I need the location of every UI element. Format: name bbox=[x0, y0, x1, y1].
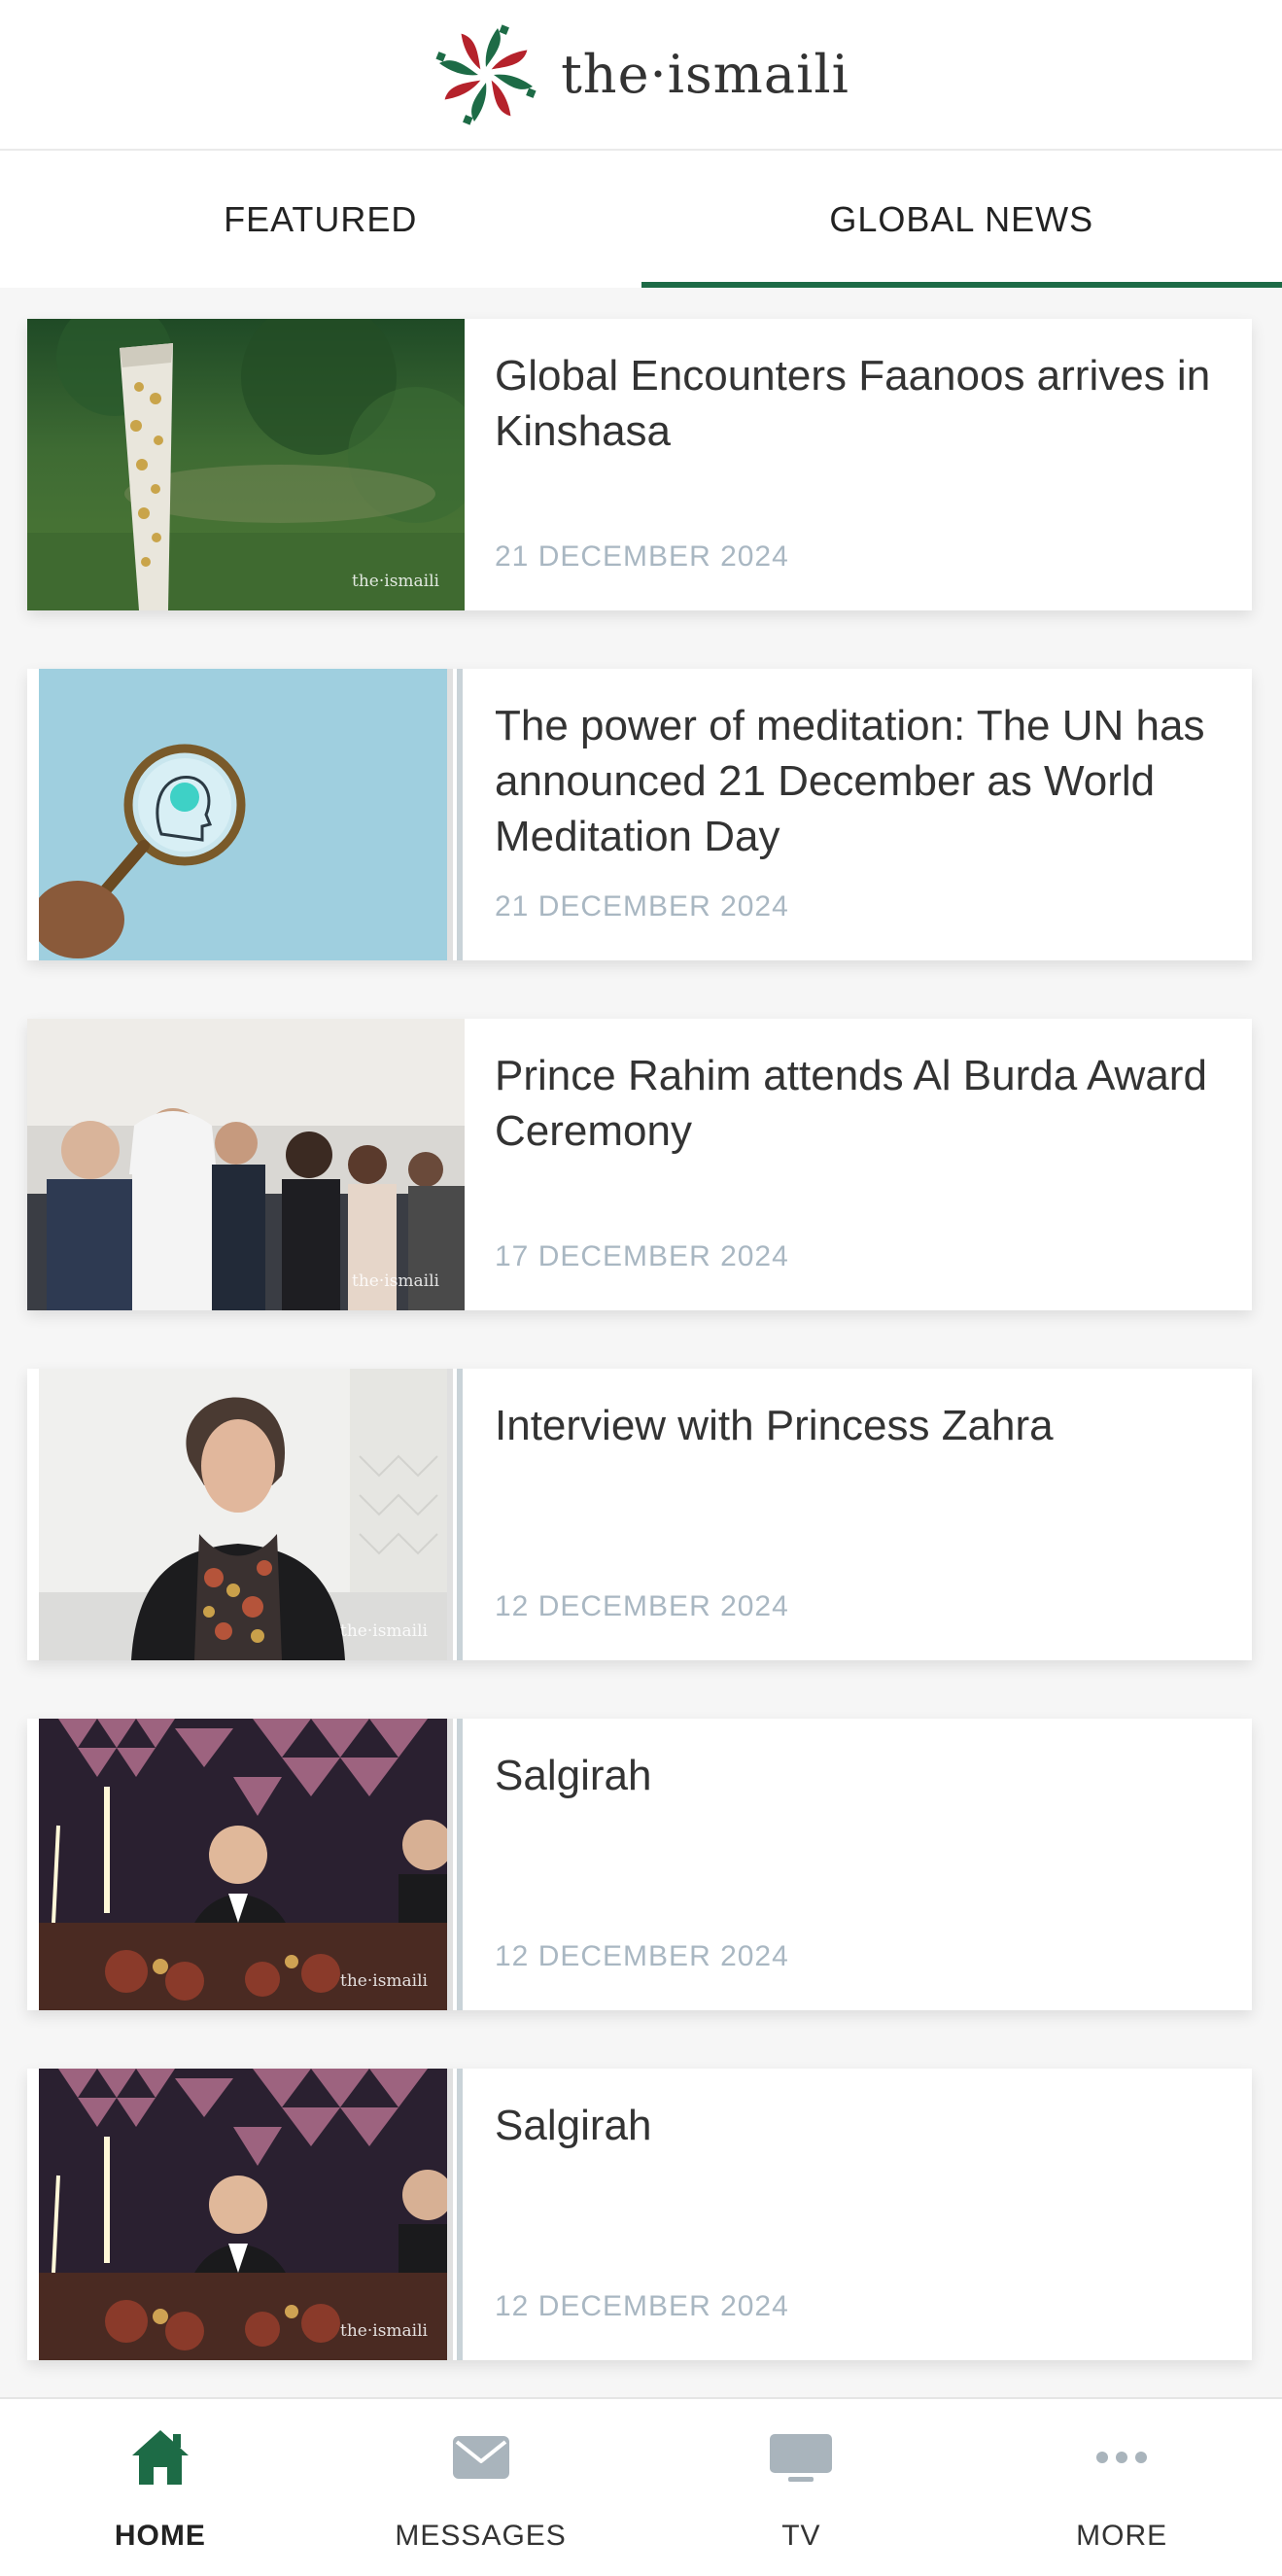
home-icon bbox=[128, 2426, 192, 2489]
watermark: the·ismaili bbox=[352, 1271, 439, 1291]
tab-more[interactable]: MORE bbox=[961, 2399, 1282, 2576]
more-dots-icon bbox=[1090, 2426, 1154, 2489]
tab-global-news[interactable]: GLOBAL NEWS bbox=[641, 151, 1282, 288]
thumb-divider bbox=[457, 1369, 463, 1660]
bottom-tab-bar: HOME MESSAGES TV MORE bbox=[0, 2397, 1282, 2576]
article-card[interactable]: the·ismaili Prince Rahim attends Al Burd… bbox=[27, 1019, 1252, 1310]
tab-tv[interactable]: TV bbox=[641, 2399, 962, 2576]
watermark: the·ismaili bbox=[340, 1971, 428, 1991]
article-title: Interview with Princess Zahra bbox=[495, 1398, 1233, 1453]
envelope-icon bbox=[449, 2426, 513, 2489]
article-date: 21 DECEMBER 2024 bbox=[495, 890, 789, 923]
ismaili-logo-icon bbox=[433, 21, 539, 128]
meditation-image bbox=[39, 669, 453, 960]
thumb-divider bbox=[457, 1719, 463, 2010]
thumb-divider bbox=[457, 669, 463, 960]
article-card[interactable]: The power of meditation: The UN has anno… bbox=[27, 669, 1252, 960]
tab-featured[interactable]: FEATURED bbox=[0, 151, 641, 288]
ceremony-audience-image: the·ismaili bbox=[27, 1019, 465, 1310]
watermark: the·ismaili bbox=[340, 2321, 428, 2341]
tab-label: MORE bbox=[961, 2520, 1282, 2553]
article-date: 12 DECEMBER 2024 bbox=[495, 1940, 789, 1973]
thumb-divider bbox=[457, 2069, 463, 2360]
tv-icon bbox=[767, 2426, 835, 2489]
tab-bar-top: FEATURED GLOBAL NEWS bbox=[0, 151, 1282, 288]
watermark: the·ismaili bbox=[352, 572, 439, 591]
tab-messages[interactable]: MESSAGES bbox=[321, 2399, 641, 2576]
tab-label: GLOBAL NEWS bbox=[829, 199, 1093, 240]
faanoos-torch-image: the·ismaili bbox=[27, 319, 465, 610]
app-header: the·ismaili bbox=[0, 0, 1282, 151]
tab-label: TV bbox=[641, 2520, 962, 2553]
article-date: 12 DECEMBER 2024 bbox=[495, 1590, 789, 1623]
tab-label: FEATURED bbox=[224, 199, 417, 240]
article-title: Prince Rahim attends Al Burda Award Cere… bbox=[495, 1048, 1233, 1159]
article-title: Salgirah bbox=[495, 1748, 1233, 1803]
article-title: The power of meditation: The UN has anno… bbox=[495, 698, 1233, 864]
princess-portrait-image: the·ismaili bbox=[39, 1369, 453, 1660]
watermark: the·ismaili bbox=[340, 1621, 428, 1641]
tab-label: MESSAGES bbox=[321, 2520, 641, 2553]
article-card[interactable]: the·ismaili Interview with Princess Zahr… bbox=[27, 1369, 1252, 1660]
salgirah-celebration-image: the·ismaili bbox=[39, 2069, 453, 2360]
tab-home[interactable]: HOME bbox=[0, 2399, 321, 2576]
salgirah-celebration-image: the·ismaili bbox=[39, 1719, 453, 2010]
article-title: Salgirah bbox=[495, 2098, 1233, 2153]
article-date: 21 DECEMBER 2024 bbox=[495, 540, 789, 574]
article-card[interactable]: the·ismaili Global Encounters Faanoos ar… bbox=[27, 319, 1252, 610]
tab-label: HOME bbox=[0, 2520, 321, 2553]
article-title: Global Encounters Faanoos arrives in Kin… bbox=[495, 348, 1233, 459]
article-date: 12 DECEMBER 2024 bbox=[495, 2290, 789, 2323]
logo-wordmark: the·ismaili bbox=[561, 44, 849, 105]
article-card[interactable]: the·ismaili Salgirah 12 DECEMBER 2024 bbox=[27, 2069, 1252, 2360]
article-date: 17 DECEMBER 2024 bbox=[495, 1240, 789, 1273]
article-card[interactable]: the·ismaili Salgirah 12 DECEMBER 2024 bbox=[27, 1719, 1252, 2010]
